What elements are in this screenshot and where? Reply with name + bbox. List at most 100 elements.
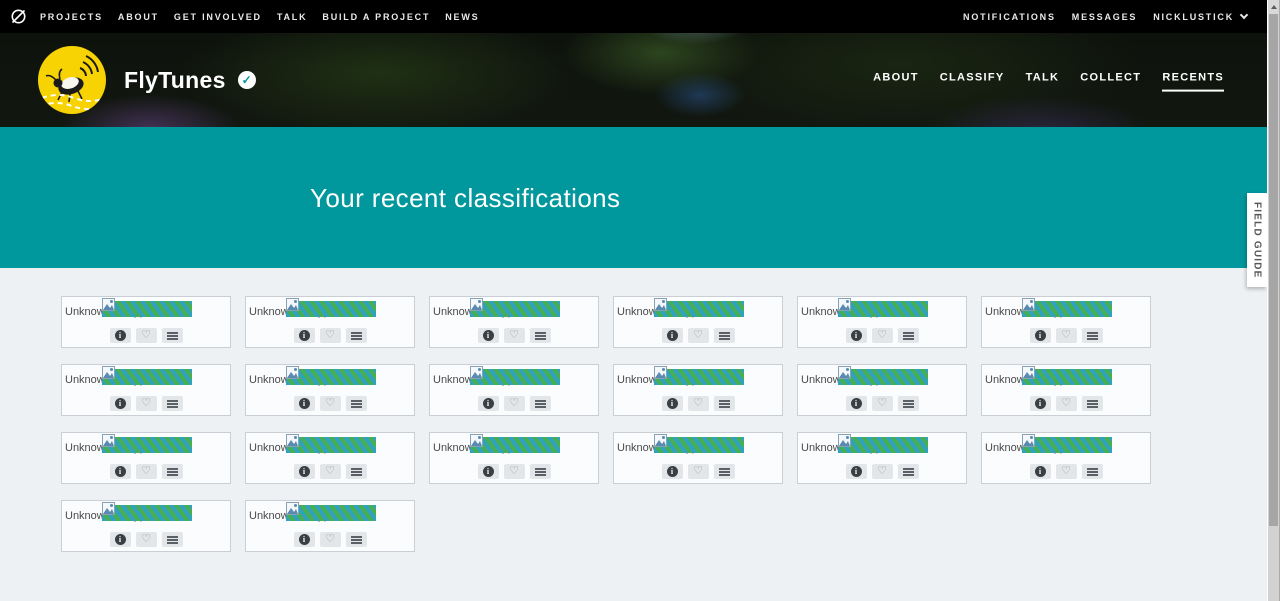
subject-thumbnail-placeholder[interactable] xyxy=(286,434,376,453)
subject-thumbnail-placeholder[interactable] xyxy=(654,434,744,453)
subject-info-button[interactable]: i xyxy=(845,328,867,343)
subject-info-button[interactable]: i xyxy=(845,464,867,479)
collection-button[interactable] xyxy=(345,532,367,547)
messages-link[interactable]: MESSAGES xyxy=(1072,12,1137,22)
collection-button[interactable] xyxy=(897,328,919,343)
subject-info-button[interactable]: i xyxy=(477,328,499,343)
subject-thumbnail-placeholder[interactable] xyxy=(470,434,560,453)
collection-button[interactable] xyxy=(529,396,551,411)
scrollbar-up-arrow[interactable] xyxy=(1268,0,1279,14)
subject-thumbnail-placeholder[interactable] xyxy=(654,298,744,317)
favorite-button[interactable]: ♡ xyxy=(871,396,893,411)
subject-thumbnail-placeholder[interactable] xyxy=(286,298,376,317)
subject-info-button[interactable]: i xyxy=(1029,396,1051,411)
subject-info-button[interactable]: i xyxy=(293,464,315,479)
subject-thumbnail-placeholder[interactable] xyxy=(1022,366,1112,385)
collection-button[interactable] xyxy=(1081,396,1103,411)
subject-thumbnail-placeholder[interactable] xyxy=(102,434,192,453)
collection-button[interactable] xyxy=(1081,464,1103,479)
nav-projects[interactable]: PROJECTS xyxy=(40,12,103,22)
subject-info-button[interactable]: i xyxy=(661,328,683,343)
subject-thumbnail-placeholder[interactable] xyxy=(838,298,928,317)
favorite-button[interactable]: ♡ xyxy=(687,464,709,479)
vertical-scrollbar[interactable] xyxy=(1267,0,1280,601)
subject-thumbnail-placeholder[interactable] xyxy=(470,366,560,385)
favorite-button[interactable]: ♡ xyxy=(1055,464,1077,479)
favorite-button[interactable]: ♡ xyxy=(503,396,525,411)
notifications-link[interactable]: NOTIFICATIONS xyxy=(963,12,1056,22)
nav-talk[interactable]: TALK xyxy=(277,12,308,22)
favorite-button[interactable]: ♡ xyxy=(503,328,525,343)
collection-button[interactable] xyxy=(713,464,735,479)
favorite-button[interactable]: ♡ xyxy=(871,464,893,479)
subject-info-button[interactable]: i xyxy=(1029,464,1051,479)
favorite-button[interactable]: ♡ xyxy=(319,328,341,343)
favorite-button[interactable]: ♡ xyxy=(135,396,157,411)
favorite-button[interactable]: ♡ xyxy=(1055,396,1077,411)
nav-get-involved[interactable]: GET INVOLVED xyxy=(174,12,262,22)
subject-info-button[interactable]: i xyxy=(1029,328,1051,343)
subject-info-button[interactable]: i xyxy=(293,328,315,343)
project-tab-recents[interactable]: RECENTS xyxy=(1162,72,1224,92)
nav-about[interactable]: ABOUT xyxy=(118,12,159,22)
collection-button[interactable] xyxy=(345,396,367,411)
project-tab-classify[interactable]: CLASSIFY xyxy=(940,72,1005,92)
collection-button[interactable] xyxy=(161,396,183,411)
favorite-button[interactable]: ♡ xyxy=(319,532,341,547)
zooniverse-logo-icon[interactable] xyxy=(10,8,27,25)
subject-info-button[interactable]: i xyxy=(109,464,131,479)
subject-info-button[interactable]: i xyxy=(661,396,683,411)
collection-button[interactable] xyxy=(529,328,551,343)
subject-info-button[interactable]: i xyxy=(477,464,499,479)
subject-thumbnail-placeholder[interactable] xyxy=(654,366,744,385)
favorite-button[interactable]: ♡ xyxy=(135,532,157,547)
subject-info-button[interactable]: i xyxy=(293,396,315,411)
subject-thumbnail-placeholder[interactable] xyxy=(102,366,192,385)
favorite-button[interactable]: ♡ xyxy=(319,396,341,411)
project-tab-collect[interactable]: COLLECT xyxy=(1080,72,1141,92)
favorite-button[interactable]: ♡ xyxy=(135,328,157,343)
collection-button[interactable] xyxy=(161,328,183,343)
favorite-button[interactable]: ♡ xyxy=(135,464,157,479)
subject-thumbnail-placeholder[interactable] xyxy=(102,298,192,317)
collection-button[interactable] xyxy=(161,532,183,547)
nav-news[interactable]: NEWS xyxy=(445,12,479,22)
project-tab-about[interactable]: ABOUT xyxy=(873,72,919,92)
subject-thumbnail-placeholder[interactable] xyxy=(470,298,560,317)
subject-info-button[interactable]: i xyxy=(109,396,131,411)
collection-button[interactable] xyxy=(529,464,551,479)
subject-thumbnail-placeholder[interactable] xyxy=(1022,434,1112,453)
subject-info-button[interactable]: i xyxy=(293,532,315,547)
favorite-button[interactable]: ♡ xyxy=(503,464,525,479)
subject-info-button[interactable]: i xyxy=(109,328,131,343)
favorite-button[interactable]: ♡ xyxy=(687,396,709,411)
favorite-button[interactable]: ♡ xyxy=(1055,328,1077,343)
subject-info-button[interactable]: i xyxy=(109,532,131,547)
subject-info-button[interactable]: i xyxy=(661,464,683,479)
favorite-button[interactable]: ♡ xyxy=(871,328,893,343)
subject-info-button[interactable]: i xyxy=(845,396,867,411)
collection-button[interactable] xyxy=(345,328,367,343)
collection-button[interactable] xyxy=(897,396,919,411)
scrollbar-thumb[interactable] xyxy=(1269,14,1278,526)
collection-button[interactable] xyxy=(161,464,183,479)
subject-thumbnail-placeholder[interactable] xyxy=(838,434,928,453)
field-guide-tab[interactable]: FIELD GUIDE xyxy=(1247,193,1267,287)
subject-thumbnail-placeholder[interactable] xyxy=(102,502,192,521)
collection-button[interactable] xyxy=(713,396,735,411)
nav-build-a-project[interactable]: BUILD A PROJECT xyxy=(322,12,430,22)
favorite-button[interactable]: ♡ xyxy=(687,328,709,343)
subject-thumbnail-placeholder[interactable] xyxy=(1022,298,1112,317)
subject-info-button[interactable]: i xyxy=(477,396,499,411)
subject-thumbnail-placeholder[interactable] xyxy=(286,366,376,385)
subject-thumbnail-placeholder[interactable] xyxy=(286,502,376,521)
collection-button[interactable] xyxy=(897,464,919,479)
subject-thumbnail-placeholder[interactable] xyxy=(838,366,928,385)
collection-button[interactable] xyxy=(1081,328,1103,343)
project-identity[interactable]: FlyTunes ✓ xyxy=(0,46,256,114)
collection-button[interactable] xyxy=(713,328,735,343)
user-menu[interactable]: NICKLUSTICK xyxy=(1153,10,1249,22)
favorite-button[interactable]: ♡ xyxy=(319,464,341,479)
project-tab-talk[interactable]: TALK xyxy=(1026,72,1060,92)
collection-button[interactable] xyxy=(345,464,367,479)
